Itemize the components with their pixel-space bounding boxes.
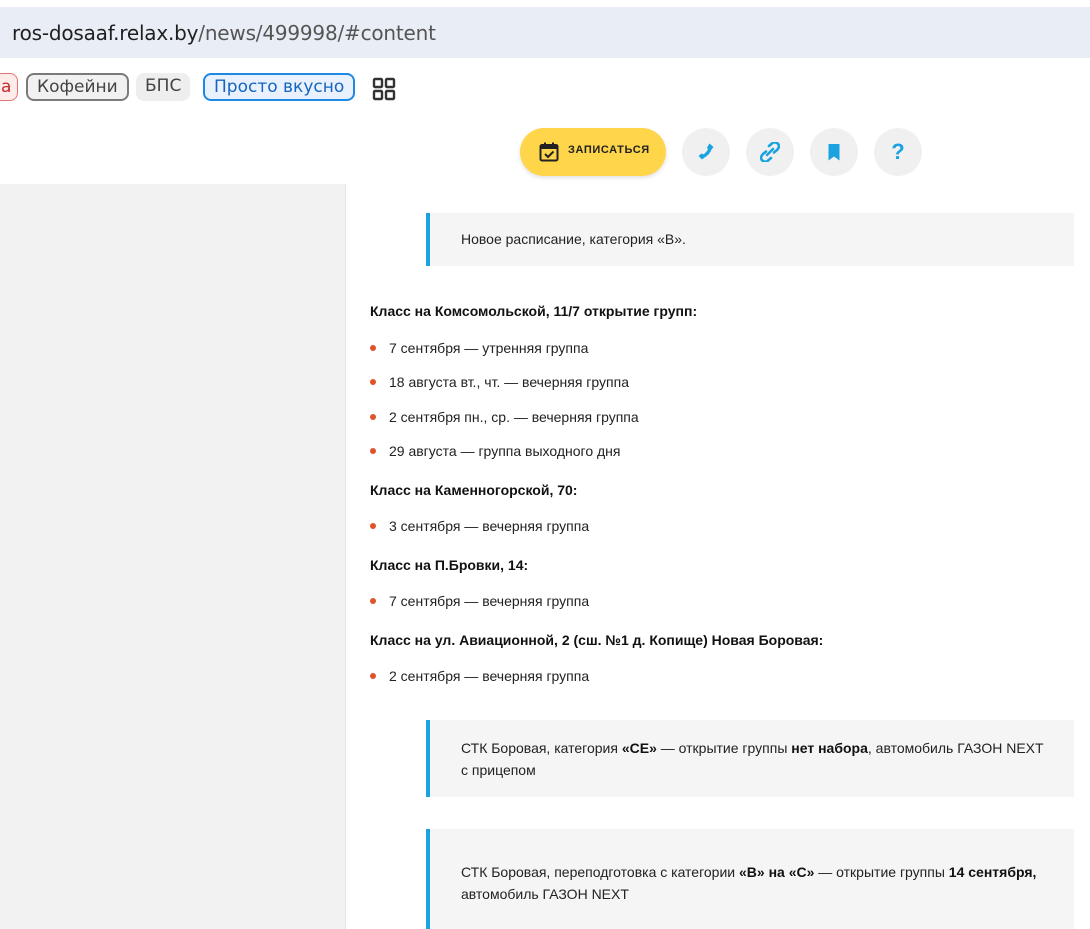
grid-icon[interactable] (372, 77, 396, 101)
bookmark-button[interactable] (810, 128, 858, 176)
share-link-button[interactable] (746, 128, 794, 176)
quote-ce: СТК Боровая, категория «CE» — открытие г… (426, 720, 1074, 797)
list-item: 29 августа — группа выходного дня (370, 443, 621, 459)
quote-bold: «В» на «С» (739, 864, 815, 880)
tag-prosto-vkusno[interactable]: Просто вкусно (203, 73, 356, 101)
left-sidebar-area (0, 184, 346, 929)
tag-row: a Кофейни БПС Просто вкусно (0, 58, 1090, 120)
bullet (370, 379, 376, 386)
article-content: Новое расписание, категория «В». Класс н… (346, 184, 1090, 929)
address-bar[interactable]: ros-dosaaf.relax.by/news/499998/#content (0, 7, 1090, 58)
quote-text: СТК Боровая, переподготовка с категории (461, 864, 739, 880)
question-icon: ? (891, 139, 905, 164)
list-item: 18 августа вт., чт. — вечерняя группа (370, 374, 629, 390)
tag-bps[interactable]: БПС (136, 73, 191, 101)
bullet (370, 345, 376, 352)
list-item-text: 7 сентября — вечерняя группа (389, 593, 590, 609)
help-button[interactable]: ? (874, 128, 922, 176)
section-heading: Класс на Комсомольской, 11/7 открытие гр… (370, 303, 698, 319)
list-item: 3 сентября — вечерняя группа (370, 518, 589, 534)
calendar-check-icon (539, 142, 559, 162)
quote-bold: 14 сентября, (948, 864, 1037, 880)
signup-button[interactable]: ЗАПИСАТЬСЯ (520, 128, 666, 176)
signup-label: ЗАПИСАТЬСЯ (568, 144, 650, 156)
list-item: 2 сентября пн., ср. — вечерняя группа (370, 409, 639, 425)
list-item: 2 сентября — вечерняя группа (370, 668, 589, 684)
bullet (370, 414, 376, 421)
list-item: 7 сентября — вечерняя группа (370, 593, 589, 609)
list-item-text: 7 сентября — утренняя группа (389, 340, 589, 356)
url-text[interactable]: ros-dosaaf.relax.by/news/499998/#content (12, 21, 436, 45)
list-item-text: 2 сентября пн., ср. — вечерняя группа (389, 409, 639, 425)
section-heading: Класс на ул. Авиационной, 2 (сш. №1 д. К… (370, 632, 824, 648)
quote-text: — открытие группы (656, 740, 792, 756)
url-path: /news/499998/#content (198, 21, 436, 45)
tag-cut-off[interactable]: a (0, 73, 19, 101)
phone-icon (698, 143, 714, 160)
quote-bc: СТК Боровая, переподготовка с категории … (426, 829, 1074, 929)
quote-text: автомобиль ГАЗОН NEXT (461, 886, 629, 902)
section-heading: Класс на П.Бровки, 14: (370, 557, 529, 573)
quote-text: — открытие группы (814, 864, 949, 880)
quote-text: СТК Боровая, категория (461, 740, 622, 756)
section-heading: Класс на Каменногорской, 70: (370, 482, 578, 498)
bullet (370, 673, 376, 680)
call-button[interactable] (682, 128, 730, 176)
bookmark-icon (828, 144, 840, 161)
link-icon (760, 142, 780, 162)
list-item-text: 3 сентября — вечерняя группа (389, 518, 590, 534)
list-item-text: 18 августа вт., чт. — вечерняя группа (389, 374, 629, 390)
quote-bold: нет набора (791, 740, 868, 756)
bullet (370, 448, 376, 455)
list-item-text: 29 августа — группа выходного дня (389, 443, 621, 459)
quote-bold: «CE» (621, 740, 657, 756)
site-header: ЗАПИСАТЬСЯ ? (0, 119, 1090, 184)
list-item: 7 сентября — утренняя группа (370, 340, 588, 356)
tag-coffee-shops[interactable]: Кофейни (26, 73, 129, 101)
intro-quote: Новое расписание, категория «В». (426, 213, 1074, 266)
url-host: ros-dosaaf.relax.by (12, 21, 199, 45)
list-item-text: 2 сентября — вечерняя группа (389, 668, 590, 684)
intro-quote-text: Новое расписание, категория «В». (461, 231, 686, 247)
bullet (370, 598, 376, 605)
bullet (370, 523, 376, 530)
